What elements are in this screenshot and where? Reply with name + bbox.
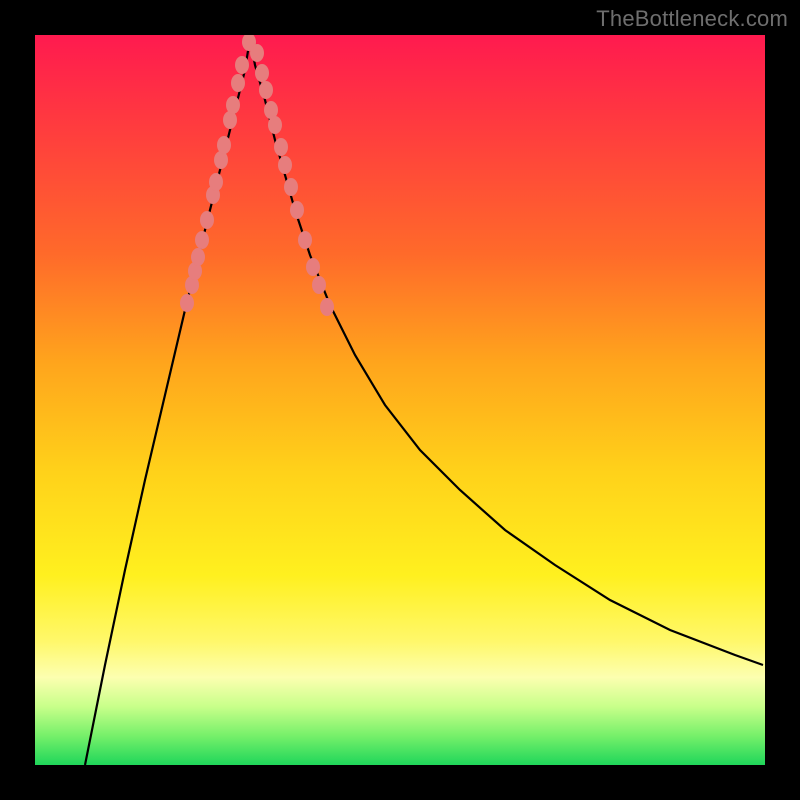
data-marker [226, 96, 240, 114]
data-marker [200, 211, 214, 229]
bottleneck-chart [35, 35, 765, 765]
data-marker [180, 294, 194, 312]
data-marker [312, 276, 326, 294]
data-marker [223, 111, 237, 129]
heatmap-background [35, 35, 765, 765]
chart-plot-area [35, 35, 765, 765]
data-marker [278, 156, 292, 174]
data-marker [320, 298, 334, 316]
data-marker [255, 64, 269, 82]
data-marker [306, 258, 320, 276]
data-marker [268, 116, 282, 134]
data-marker [284, 178, 298, 196]
data-marker [209, 173, 223, 191]
data-marker [250, 44, 264, 62]
data-marker [214, 151, 228, 169]
data-marker [231, 74, 245, 92]
data-marker [290, 201, 304, 219]
data-marker [217, 136, 231, 154]
data-marker [191, 248, 205, 266]
data-marker [274, 138, 288, 156]
data-marker [298, 231, 312, 249]
data-marker [235, 56, 249, 74]
watermark-text: TheBottleneck.com [596, 6, 788, 32]
data-marker [195, 231, 209, 249]
data-marker [259, 81, 273, 99]
chart-frame: TheBottleneck.com [0, 0, 800, 800]
